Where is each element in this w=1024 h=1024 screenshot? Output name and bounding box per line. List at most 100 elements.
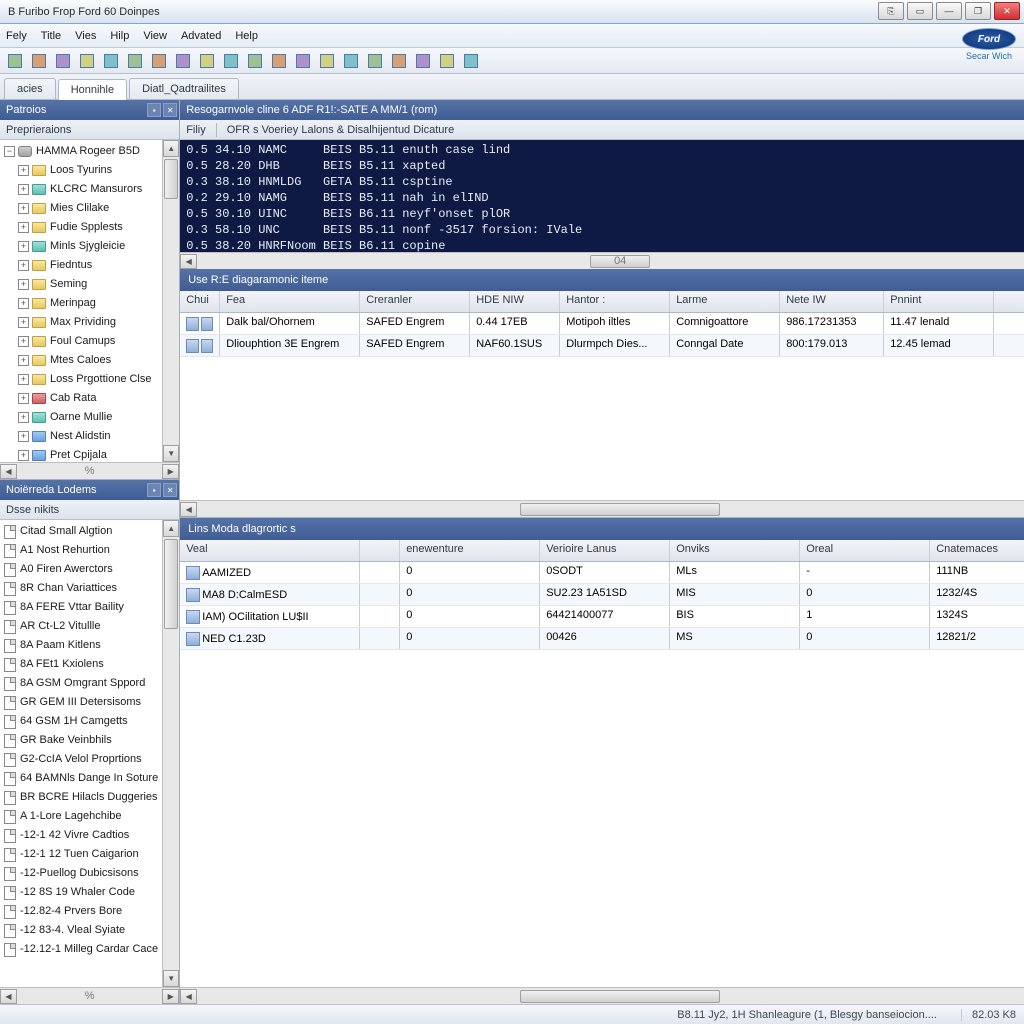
tree-item[interactable]: +Minls Sjygleicie [0, 237, 162, 256]
tree-item[interactable]: +Loos Tyurins [0, 161, 162, 180]
panel-min-icon[interactable]: ▪ [147, 103, 161, 117]
expand-icon[interactable]: + [18, 260, 29, 271]
column-header[interactable]: Oreal [800, 540, 930, 561]
menu-item[interactable]: View [143, 30, 167, 42]
ribbon-tab[interactable]: Diatl_Qadtrailites [129, 78, 239, 99]
toolbar-button[interactable] [4, 51, 26, 71]
column-header[interactable]: Onviks [670, 540, 800, 561]
expand-icon[interactable]: − [4, 146, 15, 157]
tree-item[interactable]: +Fiedntus [0, 256, 162, 275]
list-item[interactable]: 8A GSM Omgrant Sppord [0, 674, 162, 693]
tree-item[interactable]: +Seming [0, 275, 162, 294]
menu-item[interactable]: Fely [6, 30, 27, 42]
list-view[interactable]: Citad Small AlgtionA1 Nost RehurtionA0 F… [0, 520, 162, 987]
tree-item[interactable]: +Oarne Mullie [0, 408, 162, 427]
aux-button-2[interactable]: ▭ [907, 2, 933, 20]
horizontal-scrollbar[interactable]: ◀%▶ [0, 987, 179, 1004]
column-header[interactable]: Veal [180, 540, 360, 561]
ribbon-tab[interactable]: acies [4, 78, 56, 99]
tree-item[interactable]: +Mies Clilake [0, 199, 162, 218]
tree-item[interactable]: +Pret Cpijala [0, 446, 162, 462]
list-item[interactable]: A0 Firen Awerctors [0, 560, 162, 579]
table-row[interactable]: IAM) OCilitation LU$II064421400077BIS113… [180, 606, 1024, 628]
expand-icon[interactable]: + [18, 241, 29, 252]
tree-item[interactable]: +Loss Prgottione Clse [0, 370, 162, 389]
expand-icon[interactable]: + [18, 317, 29, 328]
minimize-button[interactable]: — [936, 2, 962, 20]
column-header[interactable]: Larme [670, 291, 780, 312]
grid-body[interactable]: AAMIZED00SODTMLs-111NBMA8 D:CalmESD0SU2.… [180, 562, 1024, 987]
expand-icon[interactable]: + [18, 298, 29, 309]
list-item[interactable]: 64 GSM 1H Camgetts [0, 712, 162, 731]
column-header[interactable]: Fea [220, 291, 360, 312]
expand-icon[interactable]: + [18, 222, 29, 233]
list-item[interactable]: 8A Paam Kitlens [0, 636, 162, 655]
toolbar-button[interactable] [268, 51, 290, 71]
expand-icon[interactable]: + [18, 165, 29, 176]
column-header[interactable]: HDE NIW [470, 291, 560, 312]
toolbar-button[interactable] [388, 51, 410, 71]
table-row[interactable]: Dliouphtion 3E EngremSAFED EngremNAF60.1… [180, 335, 1024, 357]
column-header[interactable]: Hantor : [560, 291, 670, 312]
horizontal-scrollbar[interactable]: ◀▶ [180, 987, 1024, 1004]
horizontal-scrollbar[interactable]: ◀▶ [180, 500, 1024, 517]
list-item[interactable]: G2-CcIA Velol Proprtions [0, 750, 162, 769]
toolbar-button[interactable] [340, 51, 362, 71]
list-item[interactable]: -12-1 42 Vivre Cadtios [0, 826, 162, 845]
panel-subtab[interactable]: Preprieraions [0, 120, 179, 140]
column-header[interactable]: Nete IW [780, 291, 884, 312]
aux-button-1[interactable]: ⎘ [878, 2, 904, 20]
list-item[interactable]: GR Bake Veinbhils [0, 731, 162, 750]
toolbar-button[interactable] [148, 51, 170, 71]
tree-item[interactable]: +Nest Alidstin [0, 427, 162, 446]
toolbar-button[interactable] [28, 51, 50, 71]
tree-view[interactable]: −HAMMA Rogeer B5D+Loos Tyurins+KLCRC Man… [0, 140, 162, 462]
expand-icon[interactable]: + [18, 431, 29, 442]
menu-item[interactable]: Help [235, 30, 258, 42]
menu-item[interactable]: Vies [75, 30, 96, 42]
list-item[interactable]: 8A FEt1 Kxiolens [0, 655, 162, 674]
toolbar-button[interactable] [436, 51, 458, 71]
vertical-scrollbar[interactable]: ▲▼ [162, 520, 179, 987]
close-button[interactable]: ✕ [994, 2, 1020, 20]
horizontal-scrollbar[interactable]: ◀%▶ [0, 462, 179, 479]
toolbar-button[interactable] [292, 51, 314, 71]
list-item[interactable]: A 1-Lore Lagehchibe [0, 807, 162, 826]
tree-item[interactable]: +Mtes Caloes [0, 351, 162, 370]
toolbar-button[interactable] [412, 51, 434, 71]
tree-item[interactable]: +KLCRC Mansurors [0, 180, 162, 199]
column-header[interactable]: enewenture [400, 540, 540, 561]
column-header[interactable] [360, 540, 400, 561]
expand-icon[interactable]: + [18, 393, 29, 404]
panel-close-icon[interactable]: ✕ [163, 483, 177, 497]
toolbar-button[interactable] [100, 51, 122, 71]
list-item[interactable]: -12-1 12 Tuen Caigarion [0, 845, 162, 864]
grid-body[interactable]: Dalk bal/OhornemSAFED Engrem0.44 17EBMot… [180, 313, 1024, 500]
menu-item[interactable]: Advated [181, 30, 221, 42]
table-row[interactable]: Dalk bal/OhornemSAFED Engrem0.44 17EBMot… [180, 313, 1024, 335]
expand-icon[interactable]: + [18, 279, 29, 290]
expand-icon[interactable]: + [18, 412, 29, 423]
toolbar-button[interactable] [364, 51, 386, 71]
column-header[interactable]: Verioire Lanus [540, 540, 670, 561]
tree-item[interactable]: +Fudie Spplests [0, 218, 162, 237]
toolbar-button[interactable] [172, 51, 194, 71]
list-item[interactable]: 8A FERE Vttar Baility [0, 598, 162, 617]
column-header[interactable]: Pnnint [884, 291, 994, 312]
tree-item[interactable]: +Max Prividing [0, 313, 162, 332]
list-item[interactable]: 8R Chan Variattices [0, 579, 162, 598]
tree-item[interactable]: +Cab Rata [0, 389, 162, 408]
tree-item[interactable]: +Merinpag [0, 294, 162, 313]
list-item[interactable]: AR Ct-L2 Vitullle [0, 617, 162, 636]
toolbar-button[interactable] [52, 51, 74, 71]
horizontal-scrollbar[interactable]: ◀04▶ [180, 252, 1024, 269]
list-item[interactable]: BR BCRE Hilacls Duggeries [0, 788, 162, 807]
vertical-scrollbar[interactable]: ▲▼ [162, 140, 179, 462]
ribbon-tab[interactable]: Honnihle [58, 79, 127, 100]
list-item[interactable]: A1 Nost Rehurtion [0, 541, 162, 560]
panel-subtab[interactable]: Dsse nikits [0, 500, 179, 520]
toolbar-button[interactable] [124, 51, 146, 71]
expand-icon[interactable]: + [18, 450, 29, 461]
menu-item[interactable]: Hilp [110, 30, 129, 42]
list-item[interactable]: -12-Puellog Dubicsisons [0, 864, 162, 883]
